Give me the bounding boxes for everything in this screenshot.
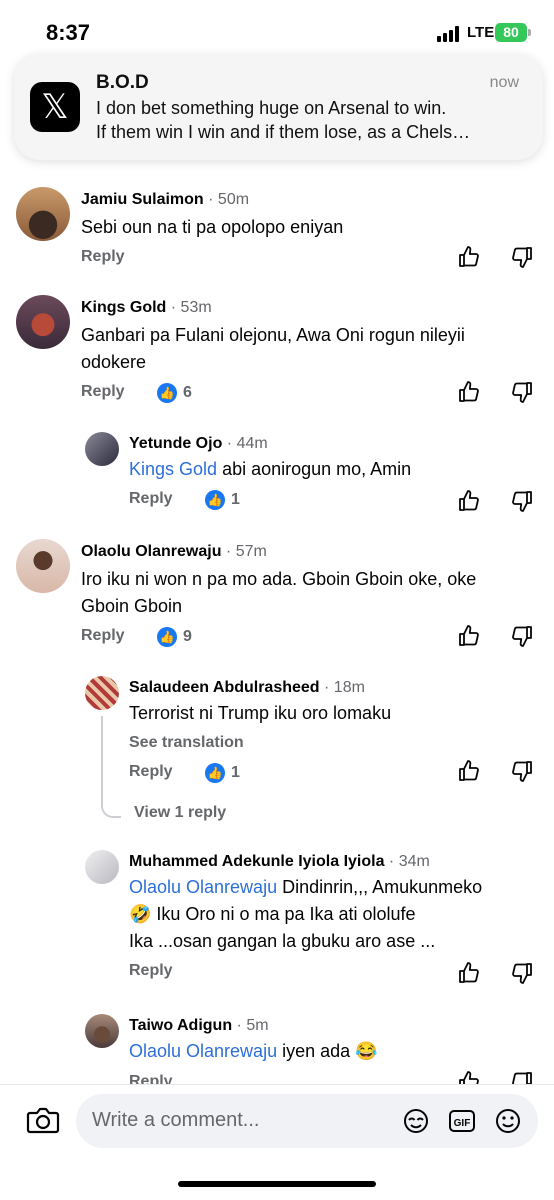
comment-author[interactable]: Taiwo Adigun (129, 1017, 232, 1034)
comment-time: 50m (217, 191, 250, 208)
reply-button[interactable]: Reply (129, 763, 173, 781)
thumbs-down-icon[interactable] (510, 961, 534, 985)
reply-button[interactable]: Reply (81, 248, 125, 266)
signal-icon (437, 26, 463, 42)
thumbs-down-icon[interactable] (510, 1070, 534, 1084)
gif-icon[interactable]: GIF (448, 1107, 476, 1135)
see-translation-link[interactable]: See translation (129, 734, 244, 752)
avatar[interactable] (16, 539, 70, 593)
comment-author[interactable]: Salaudeen Abdulrasheed (129, 679, 320, 696)
reply-button[interactable]: Reply (129, 962, 173, 980)
reply-button[interactable]: Reply (129, 1073, 173, 1084)
comment-author[interactable]: Jamiu Sulaimon (81, 191, 204, 208)
comment-author[interactable]: Olaolu Olanrewaju (81, 543, 221, 560)
thumbs-up-icon[interactable] (457, 489, 481, 513)
comment-input[interactable]: Write a comment... GIF (76, 1094, 538, 1148)
thumbs-up-icon[interactable] (457, 624, 481, 648)
avatar[interactable] (85, 850, 119, 884)
network-type: LTE (467, 24, 495, 41)
comment-time: 53m (180, 299, 212, 316)
reaction-count[interactable]: 👍 6 (157, 383, 192, 403)
comment-text: Kings Gold abi aonirogun mo, Amin (129, 459, 412, 479)
camera-icon[interactable] (26, 1105, 60, 1135)
x-logo-icon: 𝕏 (30, 82, 80, 132)
avatar[interactable] (16, 295, 70, 349)
thumbs-down-icon[interactable] (510, 759, 534, 783)
avatar[interactable] (85, 676, 119, 710)
thumbs-up-icon[interactable] (457, 759, 481, 783)
avatar[interactable] (85, 432, 119, 466)
comment-author[interactable]: Yetunde Ojo (129, 435, 222, 452)
like-reaction-icon: 👍 (157, 383, 177, 403)
push-notification[interactable]: 𝕏 B.O.D now I don bet something huge on … (14, 54, 543, 160)
avatar[interactable] (16, 187, 70, 241)
notification-time: now (489, 74, 519, 91)
status-bar: 8:37 LTE 80 (0, 0, 554, 60)
view-replies-link[interactable]: View 1 reply (134, 804, 226, 822)
reply-button[interactable]: Reply (129, 490, 173, 508)
comment-time: 18m (333, 679, 365, 696)
thumbs-up-icon[interactable] (457, 245, 481, 269)
reply-button[interactable]: Reply (81, 627, 125, 645)
thumbs-down-icon[interactable] (510, 245, 534, 269)
comment-text: Olaolu Olanrewaju Dindinrin,,, Amukunmek… (129, 877, 483, 951)
thumbs-up-icon[interactable] (457, 380, 481, 404)
emoji-icon[interactable] (494, 1107, 522, 1135)
battery-tip (528, 29, 531, 36)
svg-text:GIF: GIF (454, 1118, 471, 1129)
comment-list[interactable]: Jamiu Sulaimon · 50m Sebi oun na ti pa o… (0, 160, 554, 1084)
mention-link[interactable]: Olaolu Olanrewaju (129, 1041, 277, 1061)
comment-text: Olaolu Olanrewaju iyen ada 😂 (129, 1041, 378, 1061)
comment-text: Terrorist ni Trump iku oro lomaku (129, 703, 392, 723)
thumbs-down-icon[interactable] (510, 624, 534, 648)
home-indicator[interactable] (178, 1181, 376, 1187)
avatar-sticker-icon[interactable] (402, 1107, 430, 1135)
like-reaction-icon: 👍 (205, 490, 225, 510)
mention-link[interactable]: Kings Gold (129, 459, 217, 479)
comment-time: 5m (246, 1017, 269, 1034)
thumbs-up-icon[interactable] (457, 961, 481, 985)
reaction-count[interactable]: 👍 1 (205, 490, 240, 510)
comment-text: Iro iku ni won n pa mo ada. Gboin Gboin … (81, 569, 477, 616)
thumbs-down-icon[interactable] (510, 380, 534, 404)
mention-link[interactable]: Olaolu Olanrewaju (129, 877, 277, 897)
thumbs-up-icon[interactable] (457, 1070, 481, 1084)
reply-button[interactable]: Reply (81, 383, 125, 401)
comment-time: 34m (398, 853, 430, 870)
like-reaction-icon: 👍 (205, 763, 225, 783)
like-reaction-icon: 👍 (157, 627, 177, 647)
comment-text: Ganbari pa Fulani olejonu, Awa Oni rogun… (81, 325, 465, 372)
reaction-count[interactable]: 👍 9 (157, 627, 192, 647)
reaction-count[interactable]: 👍 1 (205, 763, 240, 783)
notification-title: B.O.D (96, 72, 149, 93)
avatar[interactable] (85, 1014, 119, 1048)
battery-icon: 80 (495, 23, 527, 42)
thumbs-down-icon[interactable] (510, 489, 534, 513)
comment-text: Sebi oun na ti pa opolopo eniyan (81, 217, 344, 237)
comment-time: 44m (236, 435, 268, 452)
clock: 8:37 (46, 20, 91, 45)
thread-connector (101, 716, 121, 818)
comment-input-placeholder: Write a comment... (92, 1109, 260, 1131)
comment-author[interactable]: Kings Gold (81, 299, 166, 316)
comment-author[interactable]: Muhammed Adekunle Iyiola Iyiola (129, 853, 384, 870)
notification-body: I don bet something huge on Arsenal to w… (96, 98, 471, 142)
comment-time: 57m (235, 543, 267, 560)
